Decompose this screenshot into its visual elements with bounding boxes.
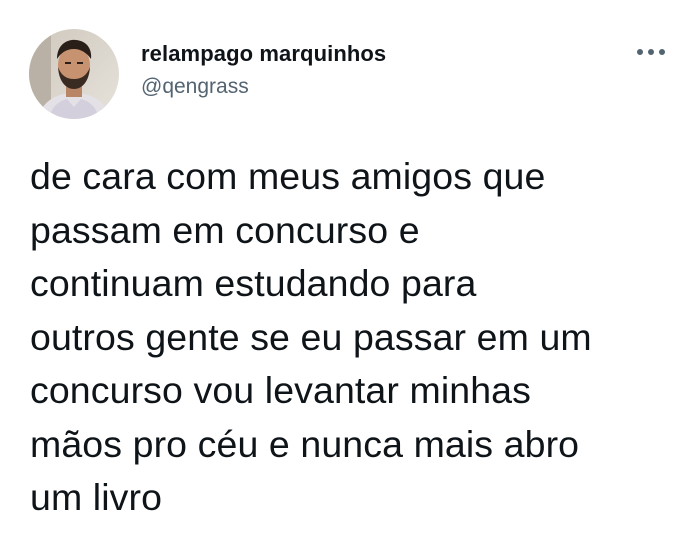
tweet-card: relampago marquinhos @qengrass de cara c… [0, 0, 696, 549]
author-avatar[interactable] [29, 29, 119, 119]
tweet-text: de cara com meus amigos que passam em co… [30, 155, 592, 518]
author-block: relampago marquinhos @qengrass [141, 40, 386, 100]
more-options-button[interactable] [634, 40, 668, 64]
more-options-icon [637, 49, 665, 55]
author-display-name[interactable]: relampago marquinhos [141, 40, 386, 68]
author-handle[interactable]: @qengrass [141, 74, 386, 100]
user-avatar-icon [29, 29, 119, 119]
